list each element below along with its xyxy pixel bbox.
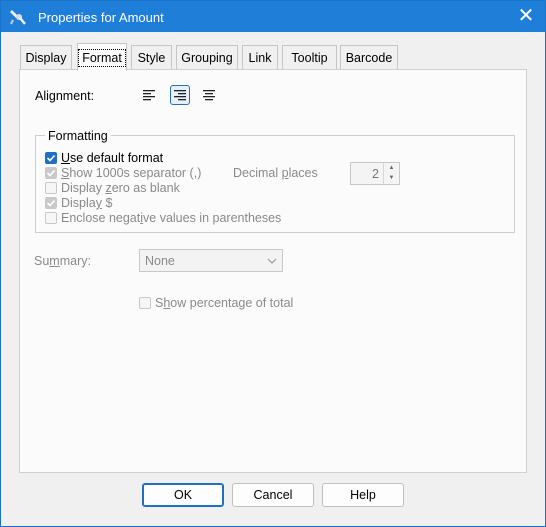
decimal-places-value: 2 — [372, 167, 379, 181]
cancel-button[interactable]: Cancel — [232, 483, 314, 507]
align-right-button[interactable] — [170, 85, 190, 105]
spin-down-icon[interactable]: ▼ — [384, 173, 399, 183]
tab-grouping[interactable]: Grouping — [176, 45, 238, 69]
use-default-format-checkbox[interactable]: Use default format — [45, 150, 163, 166]
window-title: Properties for Amount — [38, 10, 164, 25]
checkbox-unchecked-icon — [45, 182, 57, 194]
checkbox-checked-icon — [45, 167, 57, 179]
formatting-group-title: Formatting — [45, 129, 111, 143]
enclose-negative-label: Enclose negative values in parentheses — [61, 211, 282, 225]
spin-up-icon[interactable]: ▲ — [384, 163, 399, 173]
display-zero-blank-label: Display zero as blank — [61, 181, 180, 195]
tab-display[interactable]: Display — [20, 45, 72, 69]
display-zero-blank-checkbox[interactable]: Display zero as blank — [45, 180, 180, 196]
align-justify-button[interactable] — [199, 85, 219, 105]
checkbox-checked-icon — [45, 197, 57, 209]
show-percentage-label: Show percentage of total — [155, 296, 294, 310]
properties-wrench-icon — [10, 10, 26, 25]
show-1000s-separator-label: Show 1000s separator (,) — [61, 166, 202, 180]
align-left-button[interactable] — [139, 85, 159, 105]
tab-link[interactable]: Link — [242, 45, 278, 69]
align-left-icon — [143, 90, 155, 101]
display-dollar-checkbox[interactable]: Display $ — [45, 195, 112, 211]
align-justify-icon — [203, 90, 215, 101]
tab-barcode[interactable]: Barcode — [340, 45, 398, 69]
checkbox-checked-icon — [45, 152, 57, 164]
checkbox-unchecked-icon — [139, 297, 151, 309]
checkbox-unchecked-icon — [45, 212, 57, 224]
close-icon[interactable]: ✕ — [513, 4, 539, 28]
ok-button[interactable]: OK — [142, 483, 224, 507]
decimal-places-spinner[interactable]: 2 ▲ ▼ — [350, 162, 400, 185]
help-button[interactable]: Help — [322, 483, 404, 507]
summary-select-value: None — [145, 254, 175, 268]
show-1000s-separator-checkbox[interactable]: Show 1000s separator (,) — [45, 165, 201, 181]
chevron-down-icon — [267, 258, 277, 264]
summary-select[interactable]: None — [139, 249, 283, 272]
align-right-icon — [174, 90, 186, 101]
title-bar: Properties for Amount ✕ — [1, 1, 545, 32]
tab-style[interactable]: Style — [131, 45, 172, 69]
tab-format[interactable]: Format — [77, 43, 127, 71]
enclose-negative-checkbox[interactable]: Enclose negative values in parentheses — [45, 210, 281, 226]
show-percentage-checkbox[interactable]: Show percentage of total — [139, 295, 293, 311]
decimal-places-label: Decimal places — [233, 166, 318, 180]
properties-dialog: Properties for Amount ✕ Display Format S… — [0, 0, 546, 527]
tab-tooltip[interactable]: Tooltip — [282, 45, 337, 69]
alignment-label: Alignment: — [35, 89, 95, 103]
spinner-buttons: ▲ ▼ — [383, 163, 399, 184]
use-default-format-label: Use default format — [61, 151, 164, 165]
display-dollar-label: Display $ — [61, 196, 113, 210]
summary-label: Summary: — [34, 254, 91, 268]
